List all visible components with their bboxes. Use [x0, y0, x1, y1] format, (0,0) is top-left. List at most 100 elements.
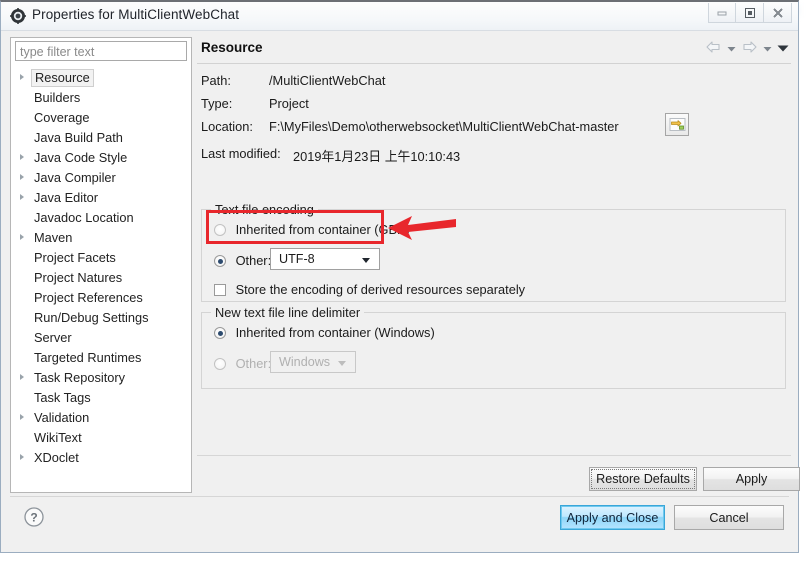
- footer-separator: [10, 496, 789, 497]
- sidebar-item-wikitext[interactable]: WikiText: [11, 428, 191, 448]
- sidebar-item-label: Project References: [34, 290, 143, 305]
- sidebar-item-java-code-style[interactable]: Java Code Style: [11, 148, 191, 168]
- expand-arrow-icon[interactable]: [20, 74, 24, 80]
- sidebar-item-label: Javadoc Location: [34, 210, 134, 225]
- sidebar-item-label: Java Build Path: [34, 130, 123, 145]
- sidebar-item-label: Run/Debug Settings: [34, 310, 149, 325]
- dialog-footer: ? Apply and Close Cancel: [1, 496, 798, 553]
- sidebar-item-maven[interactable]: Maven: [11, 228, 191, 248]
- forward-dropdown-icon[interactable]: [763, 42, 772, 56]
- svg-text:?: ?: [30, 511, 37, 525]
- store-derived-label: Store the encoding of derived resources …: [235, 282, 526, 297]
- page-header: Resource: [197, 37, 791, 64]
- sidebar-item-label: Project Facets: [34, 250, 116, 265]
- sidebar-item-javadoc-location[interactable]: Javadoc Location: [11, 208, 191, 228]
- forward-arrow-icon[interactable]: [741, 40, 758, 57]
- modified-value: 2019年1月23日 上午10:10:43: [293, 149, 461, 164]
- sidebar-item-task-tags[interactable]: Task Tags: [11, 388, 191, 408]
- back-dropdown-icon[interactable]: [727, 42, 736, 56]
- info-row-location: Location: F:\MyFiles\Demo\otherwebsocket…: [201, 113, 786, 144]
- sidebar-item-label: Java Editor: [34, 190, 99, 205]
- expand-arrow-icon[interactable]: [20, 374, 24, 380]
- encoding-other-label: Other:: [235, 253, 272, 268]
- restore-icon[interactable]: [736, 3, 764, 23]
- dialog-body: type filter text Resource Builders Coverag…: [1, 30, 800, 496]
- sidebar-item-label: Task Tags: [34, 390, 91, 405]
- path-label: Path:: [201, 73, 231, 88]
- sidebar-item-label: Java Code Style: [34, 150, 128, 165]
- help-icon[interactable]: ?: [23, 506, 45, 531]
- restore-defaults-button[interactable]: Restore Defaults: [589, 467, 697, 491]
- window-controls: [708, 3, 792, 23]
- properties-gear-icon: [10, 8, 26, 24]
- close-icon[interactable]: [764, 3, 792, 23]
- resource-info: Path: /MultiClientWebChat Type: Project …: [201, 71, 786, 167]
- expand-arrow-icon[interactable]: [20, 154, 24, 160]
- encoding-combo[interactable]: UTF-8: [270, 248, 380, 270]
- delimiter-combo-value: Windows: [279, 355, 331, 369]
- sidebar-item-task-repository[interactable]: Task Repository: [11, 368, 191, 388]
- back-arrow-icon[interactable]: [705, 40, 722, 57]
- type-value: Project: [269, 96, 309, 111]
- sidebar-item-java-compiler[interactable]: Java Compiler: [11, 168, 191, 188]
- chevron-down-icon: [362, 258, 370, 263]
- sidebar-item-coverage[interactable]: Coverage: [11, 108, 191, 128]
- apply-and-close-button[interactable]: Apply and Close: [560, 505, 665, 530]
- sidebar-item-label: Server: [34, 330, 72, 345]
- delimiter-inherited-label: Inherited from container (Windows): [235, 325, 435, 340]
- chevron-down-icon: [338, 361, 346, 366]
- filter-input[interactable]: type filter text: [15, 41, 187, 61]
- browse-location-icon[interactable]: [665, 113, 689, 136]
- sidebar-item-project-natures[interactable]: Project Natures: [11, 268, 191, 288]
- sidebar-item-builders[interactable]: Builders: [11, 88, 191, 108]
- encoding-other-radio[interactable]: Other:: [214, 253, 271, 269]
- sidebar-item-server[interactable]: Server: [11, 328, 191, 348]
- sidebar-item-label: Coverage: [34, 110, 90, 125]
- info-row-type: Type: Project: [201, 94, 786, 117]
- sidebar-item-targeted-runtimes[interactable]: Targeted Runtimes: [11, 348, 191, 368]
- sidebar-item-java-editor[interactable]: Java Editor: [11, 188, 191, 208]
- title-bar: Properties for MultiClientWebChat: [1, 2, 798, 31]
- view-menu-icon[interactable]: [777, 42, 789, 56]
- sidebar-item-label: Resource: [31, 69, 94, 87]
- path-value: /MultiClientWebChat: [269, 73, 386, 88]
- minimize-icon[interactable]: [708, 3, 736, 23]
- delimiter-other-radio[interactable]: Other:: [214, 356, 271, 372]
- cancel-button[interactable]: Cancel: [674, 505, 784, 530]
- sidebar-item-label: Builders: [34, 90, 81, 105]
- page-title: Resource: [201, 40, 263, 55]
- modified-label: Last modified:: [201, 146, 281, 161]
- sidebar-item-project-references[interactable]: Project References: [11, 288, 191, 308]
- radio-indicator: [214, 255, 226, 267]
- sidebar-item-java-build-path[interactable]: Java Build Path: [11, 128, 191, 148]
- page-nav-buttons: [705, 40, 789, 57]
- expand-arrow-icon[interactable]: [20, 414, 24, 420]
- expand-arrow-icon[interactable]: [20, 194, 24, 200]
- sidebar-item-resource[interactable]: Resource: [11, 68, 191, 88]
- delimiter-group-legend: New text file line delimiter: [211, 305, 365, 320]
- sidebar-item-label: WikiText: [34, 430, 82, 445]
- page-separator: [197, 455, 791, 456]
- apply-button[interactable]: Apply: [703, 467, 800, 491]
- sidebar-item-run-debug-settings[interactable]: Run/Debug Settings: [11, 308, 191, 328]
- sidebar-item-validation[interactable]: Validation: [11, 408, 191, 428]
- sidebar-item-label: Java Compiler: [34, 170, 116, 185]
- line-delimiter-group: New text file line delimiter Inherited f…: [201, 305, 786, 389]
- sidebar-item-project-facets[interactable]: Project Facets: [11, 248, 191, 268]
- location-value: F:\MyFiles\Demo\otherwebsocket\MultiClie…: [269, 119, 619, 134]
- delimiter-other-label: Other:: [235, 356, 272, 371]
- settings-tree[interactable]: Resource Builders Coverage Java Build Path J…: [11, 66, 191, 492]
- sidebar-item-label: Validation: [34, 410, 90, 425]
- encoding-combo-value: UTF-8: [279, 252, 315, 266]
- text-file-encoding-group: Text file encoding Inherited from contai…: [201, 202, 786, 302]
- expand-arrow-icon[interactable]: [20, 234, 24, 240]
- type-label: Type:: [201, 96, 233, 111]
- encoding-inherited-radio[interactable]: Inherited from container (GBK): [214, 222, 410, 238]
- expand-arrow-icon[interactable]: [20, 174, 24, 180]
- sidebar-item-xdoclet[interactable]: XDoclet: [11, 448, 191, 468]
- resource-page: Resource Path: /MultiClientWebChat Type:…: [197, 37, 800, 493]
- store-derived-checkbox[interactable]: Store the encoding of derived resources …: [214, 282, 525, 298]
- properties-dialog: Properties for MultiClientWebChat type f…: [0, 0, 800, 553]
- expand-arrow-icon[interactable]: [20, 454, 24, 460]
- delimiter-inherited-radio[interactable]: Inherited from container (Windows): [214, 325, 435, 341]
